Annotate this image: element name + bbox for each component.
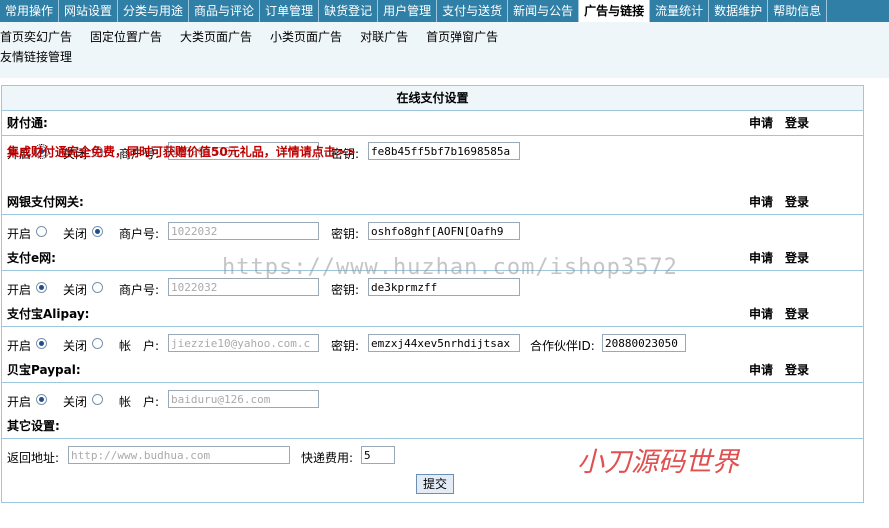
alipay-partner-label: 合作伙伴ID:	[530, 339, 595, 353]
chinabank-off-radio[interactable]	[92, 226, 103, 237]
epay-apply-link[interactable]: 申请	[749, 251, 773, 265]
other-settings-name: 其它设置:	[7, 419, 60, 433]
sub-nav-item[interactable]: 固定位置广告	[90, 28, 162, 45]
alipay-login-link[interactable]: 登录	[785, 307, 809, 321]
return-url-label: 返回地址:	[7, 451, 60, 465]
chinabank-merchant-label: 商户号:	[119, 227, 160, 241]
brand-watermark: 小刀源码世界	[577, 447, 739, 478]
epay-merchant-input[interactable]: 1022032	[168, 278, 319, 296]
alipay-name: 支付宝Alipay:	[7, 307, 90, 321]
nav-tab[interactable]: 用户管理	[378, 0, 438, 22]
epay-key-input[interactable]: de3kprmzff	[368, 278, 520, 296]
alipay-account-input[interactable]: jiezzie10@yahoo.com.c	[168, 334, 319, 352]
nav-tab[interactable]: 数据维护	[709, 0, 769, 22]
epay-on-label: 开启	[7, 283, 32, 297]
tenpay-header: 财付通: 申请 登录	[2, 111, 863, 136]
alipay-on-radio[interactable]	[36, 338, 47, 349]
chinabank-on-label: 开启	[7, 227, 32, 241]
chinabank-login-link[interactable]: 登录	[785, 195, 809, 209]
epay-merchant-label: 商户号:	[119, 283, 160, 297]
top-nav: 常用操作 网站设置 分类与用途 商品与评论 订单管理 缺货登记 用户管理 支付与送货 新闻与公告…	[0, 0, 889, 22]
chinabank-name: 网银支付网关:	[7, 195, 84, 209]
nav-tab[interactable]: 广告与链接	[579, 0, 651, 22]
epay-name: 支付e网:	[7, 251, 56, 265]
alipay-account-label: 帐 户:	[119, 339, 160, 353]
paypal-account-input[interactable]: baiduru@126.com	[168, 390, 319, 408]
paypal-row: 开启 关闭 帐 户: baiduru@126.com	[2, 386, 863, 414]
alipay-key-label: 密钥:	[331, 339, 360, 353]
tenpay-name: 财付通:	[7, 116, 48, 130]
tenpay-apply-link[interactable]: 申请	[749, 116, 773, 130]
return-url-input[interactable]: http://www.budhua.com	[68, 446, 290, 464]
watermark-text: https://www.huzhan.com/ishop3572	[222, 255, 678, 280]
chinabank-apply-link[interactable]: 申请	[749, 195, 773, 209]
epay-off-radio[interactable]	[92, 282, 103, 293]
chinabank-merchant-input[interactable]: 1022032	[168, 222, 319, 240]
paypal-login-link[interactable]: 登录	[785, 363, 809, 377]
epay-off-label: 关闭	[63, 283, 88, 297]
submit-button[interactable]: 提交	[416, 474, 454, 494]
shipping-fee-label: 快递费用:	[301, 451, 354, 465]
paypal-off-radio[interactable]	[92, 394, 103, 405]
nav-tab[interactable]: 网站设置	[59, 0, 119, 22]
sub-nav: 首页奕幻广告 固定位置广告 大类页面广告 小类页面广告 对联广告 首页弹窗广告	[0, 28, 516, 45]
chinabank-on-radio[interactable]	[36, 226, 47, 237]
epay-key-label: 密钥:	[331, 283, 360, 297]
epay-login-link[interactable]: 登录	[785, 251, 809, 265]
alipay-off-radio[interactable]	[92, 338, 103, 349]
paypal-name: 贝宝Paypal:	[7, 363, 81, 377]
alipay-on-label: 开启	[7, 339, 32, 353]
chinabank-key-label: 密钥:	[331, 227, 360, 241]
chinabank-off-label: 关闭	[63, 227, 88, 241]
nav-tab[interactable]: 帮助信息	[768, 0, 828, 22]
shipping-fee-input[interactable]: 5	[361, 446, 395, 464]
paypal-on-label: 开启	[7, 395, 32, 409]
nav-tab[interactable]: 支付与送货	[437, 0, 509, 22]
paypal-account-label: 帐 户:	[119, 395, 160, 409]
nav-tab[interactable]: 订单管理	[260, 0, 320, 22]
sub-nav-item[interactable]: 大类页面广告	[180, 28, 252, 45]
alipay-key-input[interactable]: emzxj44xev5nrhdijtsax	[368, 334, 520, 352]
alipay-row: 开启 关闭 帐 户: jiezzie10@yahoo.com.c 密钥: emz…	[2, 330, 863, 358]
chinabank-header: 网银支付网关: 申请 登录	[2, 190, 863, 215]
sub-nav-item[interactable]: 对联广告	[360, 28, 408, 45]
epay-on-radio[interactable]	[36, 282, 47, 293]
other-settings-header: 其它设置:	[2, 414, 863, 439]
sub-nav-item[interactable]: 小类页面广告	[270, 28, 342, 45]
paypal-on-radio[interactable]	[36, 394, 47, 405]
alipay-apply-link[interactable]: 申请	[749, 307, 773, 321]
paypal-off-label: 关闭	[63, 395, 88, 409]
sub-nav-item[interactable]: 首页弹窗广告	[426, 28, 498, 45]
chinabank-row: 开启 关闭 商户号: 1022032 密钥: oshfo8ghf[AOFN[Oa…	[2, 218, 863, 246]
paypal-apply-link[interactable]: 申请	[749, 363, 773, 377]
panel-title: 在线支付设置	[2, 86, 863, 111]
nav-tab[interactable]: 流量统计	[650, 0, 710, 22]
nav-tab[interactable]: 分类与用途	[118, 0, 190, 22]
tenpay-promo-link[interactable]: 集成财付通完全免费，同时可获赠价值50元礼品，详情请点击>>	[7, 144, 857, 160]
nav-tab[interactable]: 常用操作	[0, 0, 60, 22]
nav-tab[interactable]: 新闻与公告	[508, 0, 580, 22]
tenpay-login-link[interactable]: 登录	[785, 116, 809, 130]
nav-tab[interactable]: 缺货登记	[319, 0, 379, 22]
alipay-partner-input[interactable]: 20880023050	[602, 334, 686, 352]
sub-nav-item[interactable]: 首页奕幻广告	[0, 28, 72, 45]
chinabank-key-input[interactable]: oshfo8ghf[AOFN[Oafh9	[368, 222, 520, 240]
alipay-header: 支付宝Alipay: 申请 登录	[2, 302, 863, 327]
alipay-off-label: 关闭	[63, 339, 88, 353]
sub-nav-friend-links[interactable]: 友情链接管理	[0, 48, 72, 65]
nav-tab[interactable]: 商品与评论	[189, 0, 261, 22]
paypal-header: 贝宝Paypal: 申请 登录	[2, 358, 863, 383]
